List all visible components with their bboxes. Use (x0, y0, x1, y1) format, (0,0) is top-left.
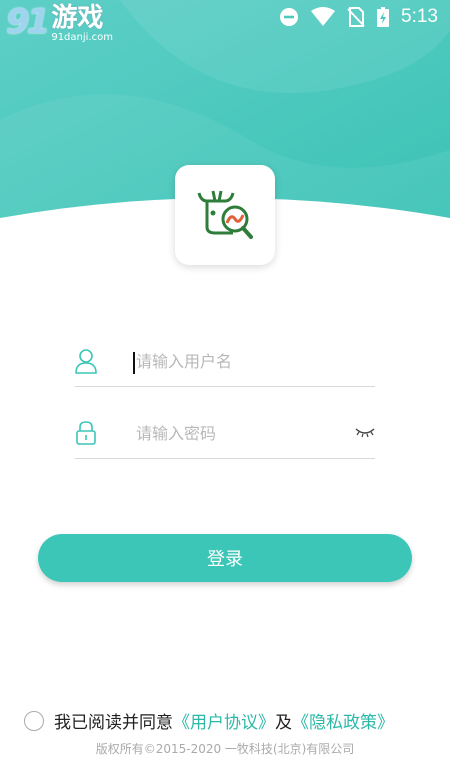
cow-search-logo-icon (197, 190, 253, 239)
text-caret (133, 352, 135, 374)
watermark-logo: 91 游戏 91danji.com (6, 4, 113, 43)
no-sim-icon (347, 7, 365, 27)
app-logo (175, 165, 275, 265)
watermark-name: 游戏 (51, 3, 104, 33)
username-input[interactable] (134, 350, 348, 372)
username-field[interactable] (75, 336, 375, 387)
password-input[interactable] (134, 422, 348, 444)
status-time: 5:13 (401, 6, 438, 27)
login-button[interactable]: 登录 (38, 534, 412, 582)
agreement-row: 我已阅读并同意 《用户协议》 及 《隐私政策》 (24, 708, 394, 733)
status-bar: 91 游戏 91danji.com 5:13 (0, 0, 450, 43)
agreement-and: 及 (275, 713, 292, 733)
privacy-policy-link[interactable]: 《隐私政策》 (292, 708, 394, 733)
user-icon (75, 347, 97, 375)
agreement-prefix: 我已阅读并同意 (54, 713, 173, 733)
do-not-disturb-icon (280, 8, 299, 26)
eye-closed-icon[interactable] (355, 424, 375, 443)
system-icons: 5:13 (279, 6, 438, 28)
agreement-checkbox[interactable] (24, 710, 44, 731)
wifi-icon (311, 7, 336, 26)
battery-charging-icon (377, 7, 390, 27)
watermark-url: 91danji.com (51, 32, 113, 43)
lock-icon (75, 419, 97, 447)
user-agreement-link[interactable]: 《用户协议》 (173, 708, 275, 733)
password-field[interactable] (75, 408, 375, 459)
watermark-number: 91 (6, 2, 50, 42)
